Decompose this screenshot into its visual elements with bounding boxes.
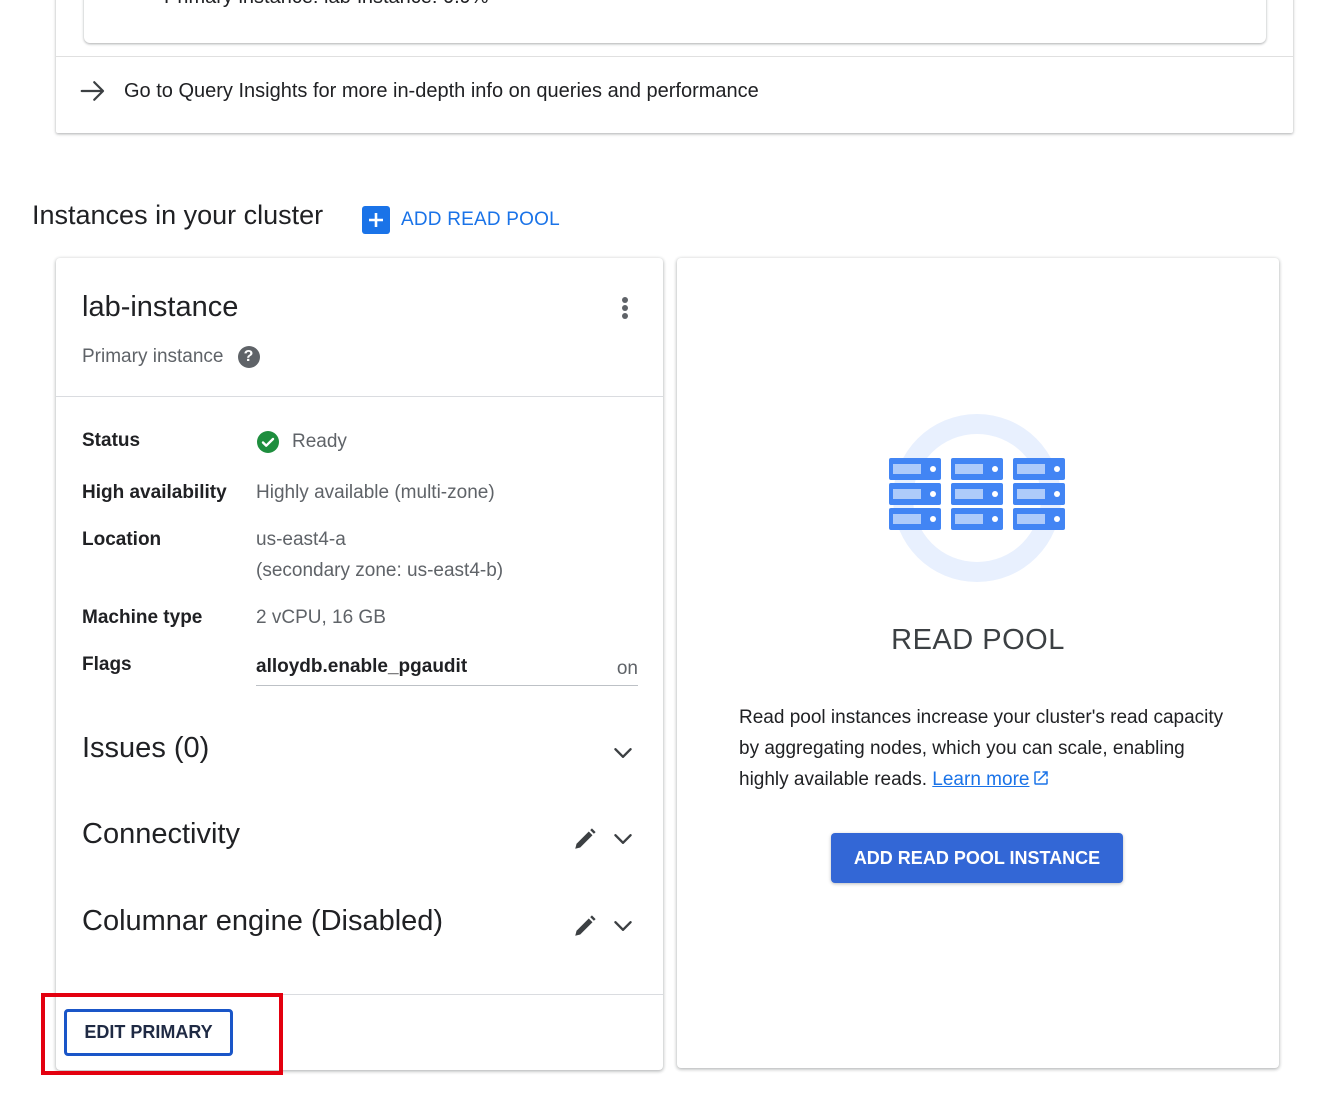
status-label: Status — [82, 430, 141, 451]
ha-label: High availability — [82, 482, 227, 503]
status-text: Ready — [292, 431, 347, 452]
help-icon[interactable]: ? — [237, 346, 260, 368]
edit-pencil-icon[interactable] — [572, 913, 598, 939]
learn-more-link[interactable]: Learn more — [932, 769, 1029, 790]
instance-type: Primary instance ? — [82, 346, 260, 368]
divider — [56, 56, 1293, 57]
check-circle-icon — [257, 431, 279, 453]
ha-value: Highly available (multi-zone) — [256, 482, 495, 503]
issues-section[interactable]: Issues (0) — [82, 732, 638, 772]
query-insights-link[interactable]: Go to Query Insights for more in-depth i… — [78, 76, 759, 106]
summary-text: Primary instance: lab-instance: 0.9% — [164, 0, 489, 9]
divider — [56, 396, 663, 397]
query-insights-label: Go to Query Insights for more in-depth i… — [124, 79, 759, 102]
chevron-down-icon[interactable] — [610, 826, 636, 852]
add-icon — [362, 206, 390, 234]
location-label: Location — [82, 529, 162, 550]
connectivity-section[interactable]: Connectivity — [82, 818, 638, 858]
columnar-engine-title: Columnar engine (Disabled) — [82, 905, 444, 937]
add-read-pool-label: ADD READ POOL — [401, 209, 560, 230]
chevron-down-icon[interactable] — [610, 740, 636, 766]
external-link-icon[interactable] — [1032, 769, 1050, 787]
instance-type-label: Primary instance — [82, 346, 224, 367]
flag-name: alloydb.enable_pgaudit — [256, 656, 468, 677]
flags-label: Flags — [82, 654, 132, 675]
instance-name: lab-instance — [82, 291, 239, 323]
columnar-engine-section[interactable]: Columnar engine (Disabled) — [82, 905, 638, 945]
read-pool-card: READ POOL Read pool instances increase y… — [677, 258, 1279, 1068]
edit-pencil-icon[interactable] — [572, 826, 598, 852]
section-title: Instances in your cluster — [32, 200, 324, 230]
machine-type-label: Machine type — [82, 607, 203, 628]
location-secondary: (secondary zone: us-east4-b) — [256, 560, 504, 581]
arrow-right-icon — [80, 81, 105, 101]
divider — [56, 994, 663, 995]
flag-row: alloydb.enable_pgaudit on — [256, 656, 638, 686]
primary-instance-card: lab-instance Primary instance ? Status R… — [56, 258, 663, 1070]
machine-type-value: 2 vCPU, 16 GB — [256, 607, 386, 628]
add-read-pool-button[interactable]: ADD READ POOL — [362, 206, 560, 234]
query-summary-panel: Primary instance: lab-instance: 0.9% Go … — [56, 0, 1293, 133]
location-value: us-east4-a — [256, 529, 346, 550]
flag-value: on — [616, 658, 638, 679]
more-options-icon[interactable] — [612, 294, 638, 322]
read-pool-title: READ POOL — [891, 624, 1065, 656]
chevron-down-icon[interactable] — [610, 913, 636, 939]
read-pool-description: Read pool instances increase your cluste… — [739, 702, 1239, 795]
query-summary-card: Primary instance: lab-instance: 0.9% — [84, 0, 1266, 43]
edit-primary-button[interactable]: EDIT PRIMARY — [64, 1009, 233, 1056]
connectivity-title: Connectivity — [82, 818, 240, 850]
issues-title: Issues (0) — [82, 732, 210, 764]
learn-more-label: Learn more — [932, 769, 1030, 790]
read-pool-servers-icon — [889, 414, 1065, 582]
status-value: Ready — [256, 430, 347, 454]
add-read-pool-instance-button[interactable]: ADD READ POOL INSTANCE — [831, 833, 1123, 883]
